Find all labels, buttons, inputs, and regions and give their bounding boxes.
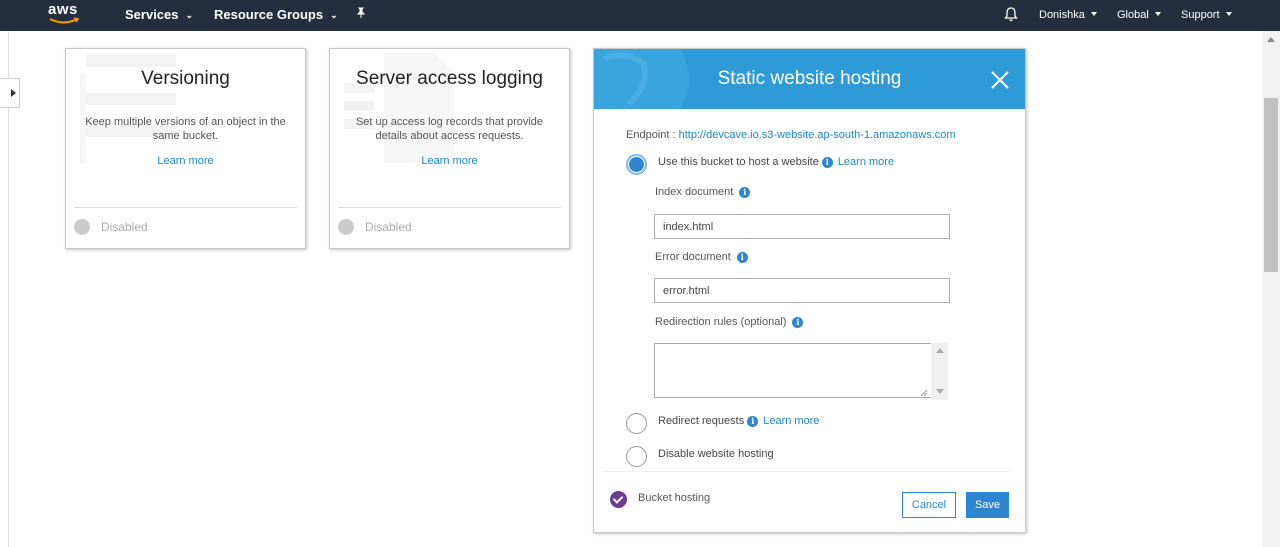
top-navigation-bar: aws Services ⌄ Resource Groups ⌄ Donishka … xyxy=(0,0,1280,31)
page-scrollbar[interactable] xyxy=(1262,31,1280,547)
info-icon[interactable]: i xyxy=(747,415,759,427)
services-menu[interactable]: Services ⌄ xyxy=(125,7,193,22)
card-title: Server access logging xyxy=(356,68,543,89)
chevron-down-icon: ⌄ xyxy=(330,10,338,20)
left-divider xyxy=(8,31,9,547)
error-document-input[interactable] xyxy=(654,278,950,303)
status-label: Disabled xyxy=(101,220,148,234)
learn-more-link[interactable]: Learn more xyxy=(838,156,894,168)
textarea-scrollbar[interactable] xyxy=(931,343,948,400)
redirect-requests-option[interactable]: Redirect requests i Learn more xyxy=(658,415,819,427)
host-website-option[interactable]: Use this bucket to host a website i Lear… xyxy=(658,156,894,168)
learn-more-link[interactable]: Learn more xyxy=(66,155,305,167)
info-icon[interactable]: i xyxy=(792,316,804,328)
caret-down-icon xyxy=(1154,12,1161,17)
card-divider xyxy=(338,207,561,208)
card-description: Set up access log records that provide d… xyxy=(355,116,544,142)
index-document-label-row: Index document i xyxy=(655,186,751,198)
info-icon[interactable]: i xyxy=(739,186,751,198)
panel-header: Static website hosting xyxy=(594,49,1025,109)
error-document-label-row: Error document i xyxy=(655,251,748,263)
host-website-label: Use this bucket to host a website xyxy=(658,156,819,168)
scroll-up-icon xyxy=(1267,37,1275,42)
bell-icon[interactable] xyxy=(1004,7,1018,25)
footer-divider xyxy=(604,471,1009,472)
panel-title: Static website hosting xyxy=(717,68,902,89)
resource-groups-label: Resource Groups xyxy=(214,7,324,22)
index-document-input[interactable] xyxy=(654,214,950,239)
error-document-label: Error document xyxy=(655,251,731,263)
region-label: Global xyxy=(1117,9,1149,21)
resource-groups-menu[interactable]: Resource Groups ⌄ xyxy=(214,7,338,22)
scroll-down-icon xyxy=(936,389,944,394)
card-title: Versioning xyxy=(141,68,230,89)
redirect-requests-radio[interactable] xyxy=(626,413,647,434)
status-label: Disabled xyxy=(365,220,412,234)
versioning-card[interactable]: Versioning Keep multiple versions of an … xyxy=(65,48,306,249)
server-access-logging-card[interactable]: Server access logging Set up access log … xyxy=(329,48,570,249)
endpoint-label: Endpoint : xyxy=(626,129,679,141)
aws-logo-text: aws xyxy=(48,1,78,18)
save-button[interactable]: Save xyxy=(966,492,1009,518)
region-menu[interactable]: Global xyxy=(1117,9,1161,21)
card-divider xyxy=(74,207,297,208)
info-icon[interactable]: i xyxy=(821,156,833,168)
status-indicator: Disabled xyxy=(74,219,148,235)
sidebar-toggle[interactable] xyxy=(0,78,20,108)
scroll-up-icon xyxy=(936,348,944,353)
user-menu[interactable]: Donishka xyxy=(1039,9,1097,21)
index-document-label: Index document xyxy=(655,186,734,198)
caret-right-icon xyxy=(11,89,16,97)
scrollbar-thumb[interactable] xyxy=(1264,98,1278,272)
redirection-rules-label: Redirection rules (optional) xyxy=(655,316,787,328)
info-icon[interactable]: i xyxy=(736,251,748,263)
endpoint-link[interactable]: http://devcave.io.s3-website.ap-south-1.… xyxy=(679,129,956,141)
status-indicator: Disabled xyxy=(338,219,412,235)
disable-hosting-label: Disable website hosting xyxy=(658,448,774,460)
pin-icon[interactable] xyxy=(355,7,367,22)
caret-down-icon xyxy=(1225,12,1232,17)
cancel-button[interactable]: Cancel xyxy=(902,492,956,518)
status-dot-icon xyxy=(74,219,90,235)
caret-down-icon xyxy=(1090,12,1097,17)
chevron-down-icon: ⌄ xyxy=(185,10,194,20)
disable-hosting-option[interactable]: Disable website hosting xyxy=(658,448,774,460)
host-website-radio[interactable] xyxy=(626,154,647,175)
user-label: Donishka xyxy=(1039,9,1085,21)
status-dot-icon xyxy=(338,219,354,235)
services-label: Services xyxy=(125,7,179,22)
learn-more-link[interactable]: Learn more xyxy=(330,155,569,167)
aws-smile-icon xyxy=(49,17,80,24)
redirect-requests-label: Redirect requests xyxy=(658,415,745,427)
bucket-hosting-status: Bucket hosting xyxy=(638,492,711,504)
endpoint-row: Endpoint : http://devcave.io.s3-website.… xyxy=(626,129,956,141)
aws-logo[interactable]: aws xyxy=(48,1,82,27)
support-label: Support xyxy=(1181,9,1220,21)
redirection-rules-label-row: Redirection rules (optional) i xyxy=(655,316,804,328)
close-icon[interactable] xyxy=(989,69,1011,91)
learn-more-link[interactable]: Learn more xyxy=(763,415,819,427)
checkmark-icon xyxy=(610,491,627,508)
support-menu[interactable]: Support xyxy=(1181,9,1232,21)
resize-grip-icon[interactable] xyxy=(920,389,928,397)
redirection-rules-textarea[interactable] xyxy=(654,343,932,398)
card-description: Keep multiple versions of an object in t… xyxy=(85,116,286,142)
static-website-hosting-panel: Static website hosting Endpoint : http:/… xyxy=(593,48,1026,533)
disable-hosting-radio[interactable] xyxy=(626,446,647,467)
